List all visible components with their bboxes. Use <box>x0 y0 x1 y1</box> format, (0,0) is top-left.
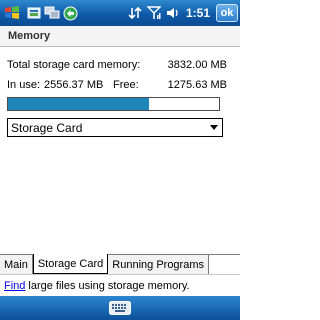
storage-select[interactable]: Storage Card <box>7 118 223 137</box>
tab-storage-card-label: Storage Card <box>37 257 104 270</box>
find-files-line: Find large files using storage memory. <box>0 274 240 296</box>
tab-running-programs[interactable]: Running Programs <box>108 255 209 274</box>
free-value: 1275.63 MB <box>167 78 227 91</box>
status-bar: 1:51 ok <box>0 0 240 26</box>
tab-main-label: Main <box>4 258 28 271</box>
signal-icon[interactable] <box>146 5 162 21</box>
total-memory-label: Total storage card memory: <box>7 58 141 71</box>
total-memory-value: 3832.00 MB <box>167 58 227 71</box>
tab-bar: Main Storage Card Running Programs <box>0 254 240 274</box>
storage-select-value: Storage Card <box>11 120 83 135</box>
usage-progress-bar <box>7 97 220 111</box>
connectivity-icon[interactable] <box>127 5 143 21</box>
tab-main[interactable]: Main <box>0 255 33 274</box>
soft-key-bar <box>0 296 240 320</box>
tab-running-programs-label: Running Programs <box>112 258 204 271</box>
app-icon[interactable] <box>26 5 42 21</box>
in-use-value: 2556.37 MB <box>44 78 104 91</box>
page-title: Memory <box>0 26 240 47</box>
tab-storage-card[interactable]: Storage Card <box>32 254 109 274</box>
windows-start-icon[interactable] <box>0 0 24 26</box>
clock[interactable]: 1:51 <box>186 6 210 20</box>
chevron-down-icon[interactable] <box>210 125 218 130</box>
sync-icon[interactable] <box>62 5 78 21</box>
ok-button[interactable]: ok <box>216 4 238 22</box>
total-memory-row: Total storage card memory: 3832.00 MB <box>7 57 233 72</box>
volume-icon[interactable] <box>165 5 181 21</box>
keyboard-icon[interactable] <box>107 299 133 317</box>
find-files-text: large files using storage memory. <box>28 279 190 292</box>
free-label: Free: <box>113 78 139 91</box>
network-icon[interactable] <box>44 5 60 21</box>
find-link[interactable]: Find <box>4 280 25 292</box>
usage-progress-fill <box>8 98 149 110</box>
usage-row: In use: 2556.37 MB Free: 1275.63 MB <box>7 77 233 92</box>
in-use-label: In use: <box>7 78 41 91</box>
storage-panel: Total storage card memory: 3832.00 MB In… <box>0 47 240 254</box>
